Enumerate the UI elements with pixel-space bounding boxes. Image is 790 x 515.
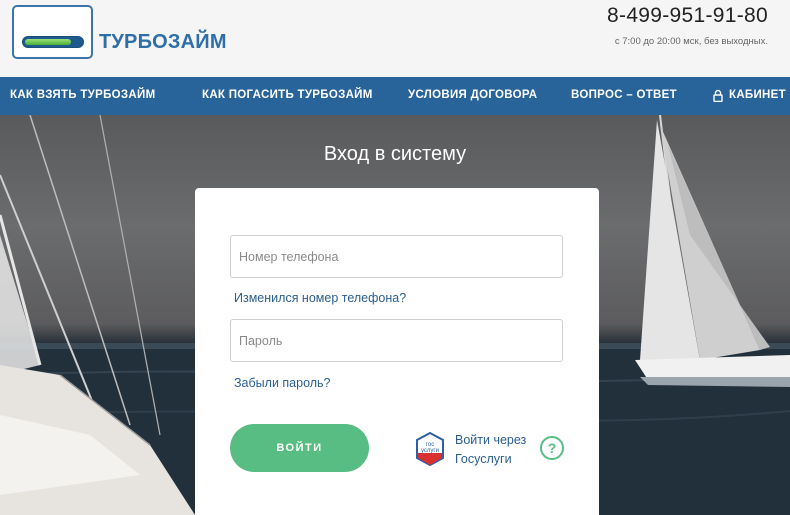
gosuslugi-icon-line2: услуги bbox=[421, 448, 439, 454]
login-button[interactable]: ВОЙТИ bbox=[230, 424, 369, 472]
phone-input[interactable] bbox=[230, 235, 563, 278]
gosuslugi-label-line1: Войти через bbox=[455, 433, 527, 447]
page: ТУРБОЗАЙМ 8-499-951-91-80 с 7:00 до 20:0… bbox=[0, 0, 790, 515]
nav-item-faq[interactable]: ВОПРОС – ОТВЕТ bbox=[571, 89, 677, 101]
login-title: Вход в систему bbox=[323, 143, 467, 165]
gosuslugi-icon[interactable]: гос услуги bbox=[415, 432, 445, 466]
gosuslugi-label-line2: Госуслуги bbox=[455, 452, 512, 466]
help-icon[interactable]: ? bbox=[540, 436, 564, 460]
login-card: Изменился номер телефона? Забыли пароль?… bbox=[195, 188, 599, 515]
password-input[interactable] bbox=[230, 319, 563, 362]
nav-item-cabinet[interactable]: КАБИНЕТ bbox=[729, 89, 786, 101]
nav-item-how-to-repay[interactable]: КАК ПОГАСИТЬ ТУРБОЗАЙМ bbox=[202, 89, 373, 101]
logo-text[interactable]: ТУРБОЗАЙМ bbox=[99, 31, 227, 54]
logo-bar-icon bbox=[22, 36, 84, 48]
phone-number[interactable]: 8-499-951-91-80 bbox=[607, 4, 768, 28]
main-nav: КАК ВЗЯТЬ ТУРБОЗАЙМ КАК ПОГАСИТЬ ТУРБОЗА… bbox=[0, 77, 790, 115]
gosuslugi-login-link[interactable]: Войти через Госуслуги bbox=[455, 431, 535, 469]
nav-item-how-to-get[interactable]: КАК ВЗЯТЬ ТУРБОЗАЙМ bbox=[10, 89, 155, 101]
header: ТУРБОЗАЙМ 8-499-951-91-80 с 7:00 до 20:0… bbox=[0, 0, 790, 77]
forgot-password-link[interactable]: Забыли пароль? bbox=[234, 376, 331, 390]
nav-item-contract-terms[interactable]: УСЛОВИЯ ДОГОВОРА bbox=[408, 89, 537, 101]
working-hours: с 7:00 до 20:00 мск, без выходных. bbox=[614, 36, 768, 47]
lock-icon bbox=[713, 89, 723, 102]
phone-changed-link[interactable]: Изменился номер телефона? bbox=[234, 291, 406, 305]
logo[interactable] bbox=[12, 5, 93, 59]
